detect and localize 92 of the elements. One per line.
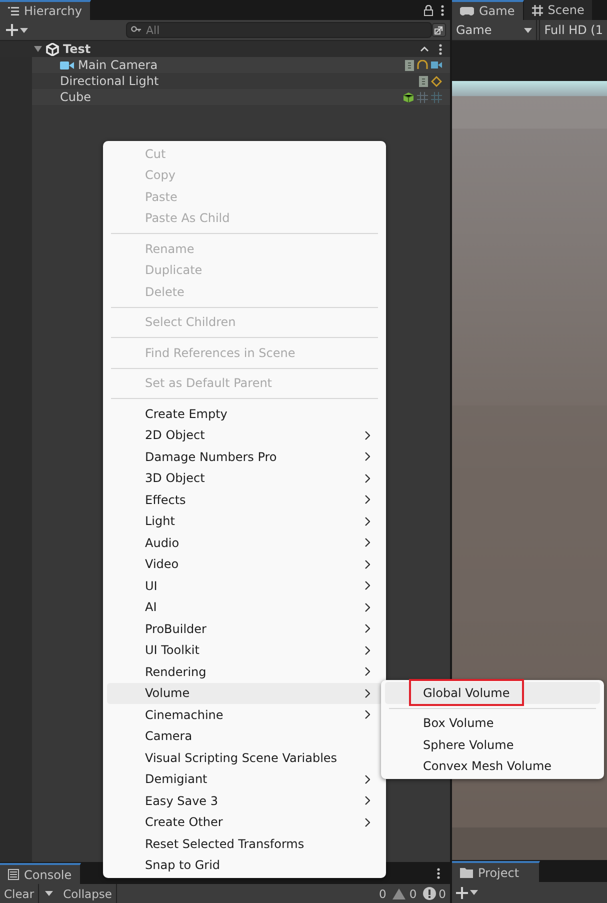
script-icon: [405, 60, 414, 70]
menu-item[interactable]: AI: [107, 596, 382, 618]
chevron-right-icon: [365, 774, 370, 784]
gamepad-icon: [460, 6, 474, 16]
menu-item[interactable]: Easy Save 3: [107, 790, 382, 812]
menu-item[interactable]: Create Empty: [107, 403, 382, 424]
menu-item[interactable]: Visual Scripting Scene Variables: [107, 747, 382, 768]
menu-item[interactable]: Create Other: [107, 812, 382, 833]
project-tab[interactable]: Project: [452, 861, 540, 882]
menu-item[interactable]: Video: [107, 554, 382, 575]
plus-icon: [6, 24, 18, 36]
headphones-icon: [417, 60, 428, 70]
chevron-right-icon: [365, 581, 370, 590]
caret-icon: [524, 28, 532, 32]
menu-item[interactable]: ProBuilder: [107, 618, 382, 640]
folder-icon: [460, 868, 473, 878]
menu-item[interactable]: 3D Object: [107, 468, 382, 489]
menu-item[interactable]: Camera: [107, 726, 382, 747]
error-count: 0: [438, 886, 446, 900]
caret-icon: [45, 891, 54, 896]
clear-button[interactable]: Clear: [0, 884, 40, 903]
chevron-right-icon: [365, 430, 370, 440]
highlight-annotation: Global Volume: [411, 681, 522, 704]
chevron-right-icon: [365, 796, 370, 806]
grid-icon: [417, 92, 428, 102]
add-dropdown[interactable]: [4, 24, 30, 36]
plus-icon: [456, 886, 468, 898]
chevron-right-icon: [365, 474, 370, 483]
collapse-toggle[interactable]: Collapse: [59, 884, 117, 903]
object-name[interactable]: Main Camera: [78, 58, 158, 72]
more-icon: [441, 4, 444, 16]
chevron-right-icon: [365, 560, 370, 569]
menu-item[interactable]: Sphere Volume: [385, 734, 600, 756]
chevron-right-icon: [365, 688, 370, 698]
menu-item[interactable]: Light: [107, 510, 382, 532]
caret-icon: [470, 890, 478, 895]
camera-icon: [431, 61, 442, 69]
grid-icon: [431, 92, 442, 102]
menu-item[interactable]: Volume: [107, 682, 382, 704]
warning-icon: [392, 888, 406, 900]
cube-icon: [403, 92, 414, 102]
console-icon: [8, 869, 19, 880]
menu-item[interactable]: 2D Object: [107, 424, 382, 446]
menu-item[interactable]: Cinemachine: [107, 704, 382, 726]
camera-icon: [60, 60, 74, 70]
chevron-right-icon: [365, 495, 370, 504]
expand-window-icon: [432, 23, 446, 37]
menu-item[interactable]: Demigiant: [107, 768, 382, 790]
more-icon: [437, 868, 440, 879]
chevron-right-icon: [365, 452, 370, 462]
resolution-dropdown[interactable]: Full HD (1: [539, 20, 607, 40]
chevron-right-icon: [365, 646, 370, 655]
caret-icon: [20, 28, 28, 32]
object-name[interactable]: Directional Light: [60, 74, 159, 88]
menu-item[interactable]: UI: [107, 575, 382, 596]
list-icon: [8, 6, 19, 16]
scene-name[interactable]: Test: [63, 42, 91, 56]
display-dropdown[interactable]: Game: [452, 20, 538, 40]
chevron-right-icon: [365, 818, 370, 827]
menu-item[interactable]: Global Volume: [385, 682, 600, 704]
info-count: 0: [379, 886, 386, 900]
menu-item[interactable]: Audio: [107, 532, 382, 554]
error-icon: [422, 887, 436, 900]
chevron-right-icon: [365, 624, 370, 634]
hierarchy-tab[interactable]: Hierarchy: [0, 0, 92, 20]
console-tab[interactable]: Console: [0, 863, 81, 884]
menu-item[interactable]: UI Toolkit: [107, 640, 382, 661]
menu-item[interactable]: Reset Selected Transforms: [107, 833, 382, 854]
lock-icon: [424, 4, 433, 16]
menu-item[interactable]: Rendering: [107, 661, 382, 682]
menu-item[interactable]: Damage Numbers Pro: [107, 446, 382, 468]
object-name[interactable]: Cube: [60, 90, 91, 104]
chevron-right-icon: [365, 602, 370, 612]
chevron-right-icon: [365, 710, 370, 720]
chevron-right-icon: [365, 516, 370, 526]
chevron-up-icon: [420, 46, 429, 52]
menu-item[interactable]: Box Volume: [385, 712, 600, 734]
chevron-right-icon: [365, 667, 370, 676]
search-field[interactable]: All: [126, 22, 432, 38]
view-tab[interactable]: Scene: [524, 0, 594, 20]
warning-count: 0: [409, 886, 417, 900]
view-tab[interactable]: Game: [452, 0, 524, 20]
grid-icon: [532, 4, 543, 16]
script-icon: [419, 76, 428, 86]
menu-item[interactable]: Snap to Grid: [107, 854, 382, 876]
menu-item[interactable]: Effects: [107, 489, 382, 510]
more-icon: [439, 44, 442, 54]
chevron-right-icon: [365, 538, 370, 548]
menu-item[interactable]: Convex Mesh Volume: [385, 756, 600, 777]
light-icon: [431, 76, 442, 86]
search-icon: [131, 26, 141, 34]
add-dropdown[interactable]: [456, 886, 478, 898]
